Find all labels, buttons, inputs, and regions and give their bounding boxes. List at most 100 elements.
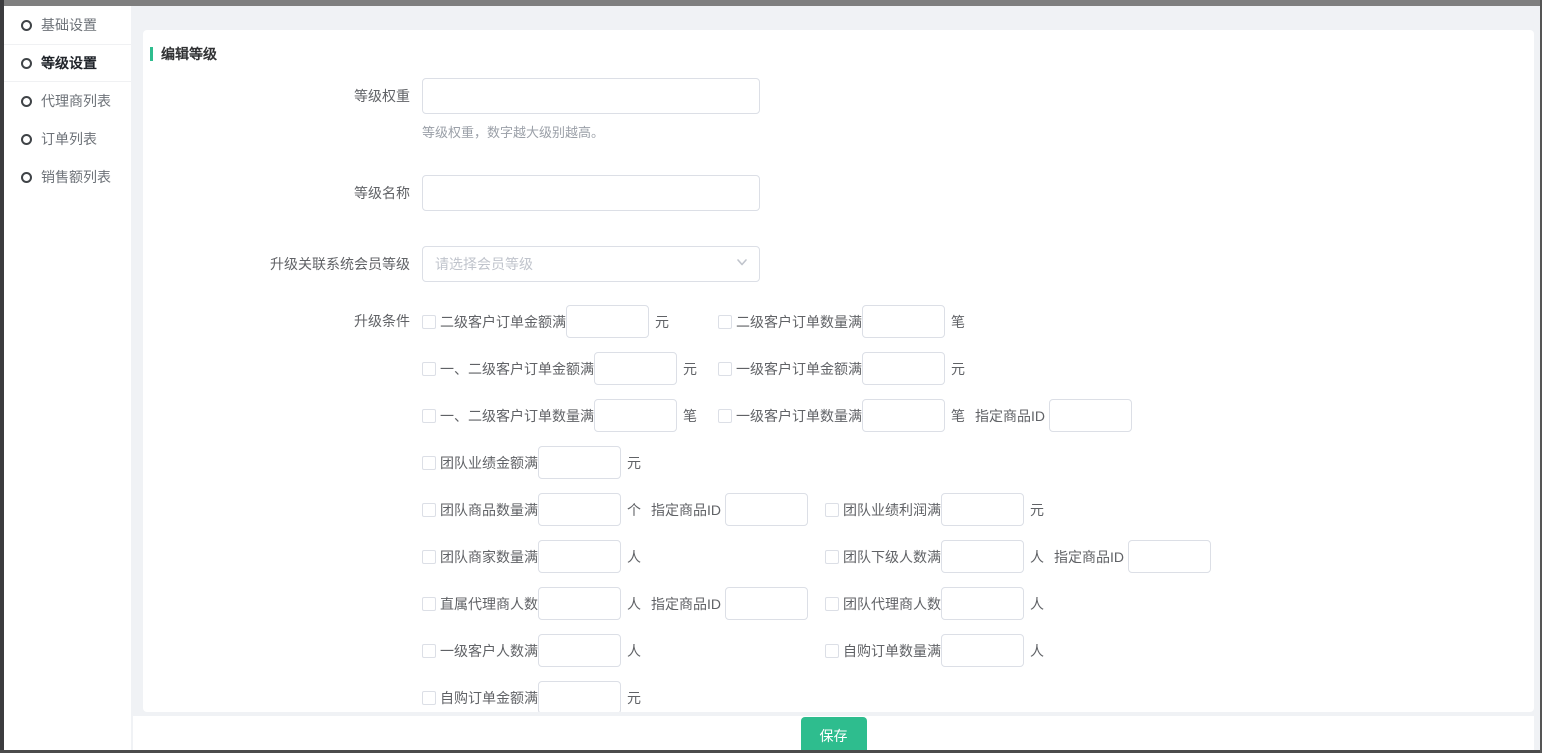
condition-label: 一级客户人数满 bbox=[440, 641, 538, 661]
condition-checkbox[interactable] bbox=[718, 362, 732, 376]
condition-checkbox[interactable] bbox=[422, 456, 436, 470]
condition-unit: 人 bbox=[1030, 594, 1044, 614]
circle-icon bbox=[21, 134, 32, 145]
condition-value-input[interactable] bbox=[538, 493, 621, 526]
condition-label: 团队商品数量满 bbox=[440, 500, 538, 520]
condition-value-input[interactable] bbox=[941, 587, 1024, 620]
sidebar-item-basic-settings[interactable]: 基础设置 bbox=[4, 6, 131, 44]
condition-label: 二级客户订单金额满 bbox=[440, 312, 566, 332]
condition-value-input[interactable] bbox=[941, 540, 1024, 573]
condition-value-input[interactable] bbox=[594, 352, 677, 385]
condition-value-input[interactable] bbox=[538, 681, 621, 712]
condition-item: 一级客户订单数量满笔指定商品ID bbox=[718, 399, 1132, 432]
condition-checkbox[interactable] bbox=[422, 409, 436, 423]
condition-value-input[interactable] bbox=[594, 399, 677, 432]
level-name-label: 等级名称 bbox=[150, 175, 422, 211]
sidebar-item-order-list[interactable]: 订单列表 bbox=[4, 120, 131, 158]
circle-icon bbox=[21, 96, 32, 107]
product-id-label: 指定商品ID bbox=[651, 594, 721, 614]
condition-item: 团队商家数量满人 bbox=[422, 540, 825, 573]
condition-item: 二级客户订单数量满笔 bbox=[718, 305, 965, 338]
condition-label: 团队商家数量满 bbox=[440, 547, 538, 567]
condition-checkbox[interactable] bbox=[825, 503, 839, 517]
sidebar-item-sales-list[interactable]: 销售额列表 bbox=[4, 158, 131, 196]
condition-row: 一、二级客户订单金额满 元 一级客户订单金额满 元 bbox=[422, 352, 1534, 385]
condition-label: 一、二级客户订单金额满 bbox=[440, 359, 594, 379]
condition-checkbox[interactable] bbox=[422, 550, 436, 564]
condition-unit: 元 bbox=[1030, 500, 1044, 520]
sidebar-item-agent-list[interactable]: 代理商列表 bbox=[4, 82, 131, 120]
condition-item: 团队业绩利润满 元 bbox=[825, 493, 1044, 526]
condition-checkbox[interactable] bbox=[422, 503, 436, 517]
condition-checkbox[interactable] bbox=[422, 644, 436, 658]
level-weight-label: 等级权重 bbox=[150, 78, 422, 114]
condition-unit: 人 bbox=[627, 594, 641, 614]
condition-label: 团队下级人数满 bbox=[843, 547, 941, 567]
condition-label: 团队业绩金额满 bbox=[440, 453, 538, 473]
condition-label: 团队业绩利润满 bbox=[843, 500, 941, 520]
condition-row: 直属代理商人数人指定商品ID 团队代理商人数 人 bbox=[422, 587, 1534, 620]
condition-row: 自购订单金额满元 bbox=[422, 681, 1534, 712]
level-name-input[interactable] bbox=[422, 175, 760, 211]
condition-checkbox[interactable] bbox=[825, 550, 839, 564]
condition-item: 一级客户订单金额满 元 bbox=[718, 352, 965, 385]
condition-value-input[interactable] bbox=[862, 305, 945, 338]
condition-checkbox[interactable] bbox=[825, 597, 839, 611]
sidebar-item-label: 等级设置 bbox=[41, 53, 97, 73]
condition-value-input[interactable] bbox=[538, 446, 621, 479]
window-top-bar bbox=[0, 0, 1542, 6]
condition-label: 团队代理商人数 bbox=[843, 594, 941, 614]
condition-row: 二级客户订单金额满元二级客户订单数量满笔 bbox=[422, 305, 1534, 338]
condition-item: 二级客户订单金额满元 bbox=[422, 305, 718, 338]
product-id-input[interactable] bbox=[725, 587, 808, 620]
condition-value-input[interactable] bbox=[566, 305, 649, 338]
chevron-down-icon bbox=[735, 255, 749, 274]
condition-unit: 元 bbox=[951, 359, 965, 379]
condition-unit: 人 bbox=[627, 641, 641, 661]
member-level-select[interactable]: 请选择会员等级 bbox=[422, 246, 760, 282]
condition-value-input[interactable] bbox=[941, 634, 1024, 667]
condition-value-input[interactable] bbox=[538, 634, 621, 667]
condition-value-input[interactable] bbox=[862, 352, 945, 385]
level-name-row: 等级名称 bbox=[150, 175, 1534, 211]
condition-value-input[interactable] bbox=[941, 493, 1024, 526]
condition-unit: 人 bbox=[1030, 641, 1044, 661]
condition-value-input[interactable] bbox=[862, 399, 945, 432]
condition-checkbox[interactable] bbox=[422, 691, 436, 705]
condition-checkbox[interactable] bbox=[718, 315, 732, 329]
sidebar-item-label: 销售额列表 bbox=[41, 167, 111, 187]
section-title-text: 编辑等级 bbox=[161, 44, 217, 64]
level-weight-input[interactable] bbox=[422, 78, 760, 114]
condition-item: 一、二级客户订单金额满 元 bbox=[422, 352, 718, 385]
condition-checkbox[interactable] bbox=[718, 409, 732, 423]
condition-checkbox[interactable] bbox=[422, 315, 436, 329]
condition-value-input[interactable] bbox=[538, 540, 621, 573]
product-id-label: 指定商品ID bbox=[1054, 547, 1124, 567]
condition-item: 团队商品数量满个指定商品ID bbox=[422, 493, 825, 526]
sidebar-item-level-settings[interactable]: 等级设置 bbox=[4, 44, 131, 82]
level-weight-hint: 等级权重，数字越大级别越高。 bbox=[422, 122, 1534, 141]
condition-checkbox[interactable] bbox=[825, 644, 839, 658]
upgrade-conditions-label: 升级条件 bbox=[150, 305, 422, 712]
product-id-input[interactable] bbox=[1128, 540, 1211, 573]
product-id-label: 指定商品ID bbox=[975, 406, 1045, 426]
condition-checkbox[interactable] bbox=[422, 597, 436, 611]
condition-item: 自购订单数量满人 bbox=[825, 634, 1044, 667]
member-level-placeholder: 请选择会员等级 bbox=[435, 254, 533, 274]
condition-unit: 元 bbox=[683, 359, 697, 379]
save-button[interactable]: 保存 bbox=[801, 717, 867, 753]
product-id-input[interactable] bbox=[725, 493, 808, 526]
condition-label: 一级客户订单金额满 bbox=[736, 359, 862, 379]
product-id-input[interactable] bbox=[1049, 399, 1132, 432]
condition-unit: 元 bbox=[627, 453, 641, 473]
circle-icon bbox=[21, 172, 32, 183]
condition-checkbox[interactable] bbox=[422, 362, 436, 376]
condition-item: 一、二级客户订单数量满笔 bbox=[422, 399, 718, 432]
condition-value-input[interactable] bbox=[538, 587, 621, 620]
footer-bar: 保存 bbox=[133, 716, 1534, 753]
circle-icon bbox=[21, 20, 32, 31]
condition-item: 直属代理商人数人指定商品ID bbox=[422, 587, 825, 620]
product-id-label: 指定商品ID bbox=[651, 500, 721, 520]
level-weight-row: 等级权重 bbox=[150, 78, 1534, 114]
sidebar-item-label: 基础设置 bbox=[41, 15, 97, 35]
